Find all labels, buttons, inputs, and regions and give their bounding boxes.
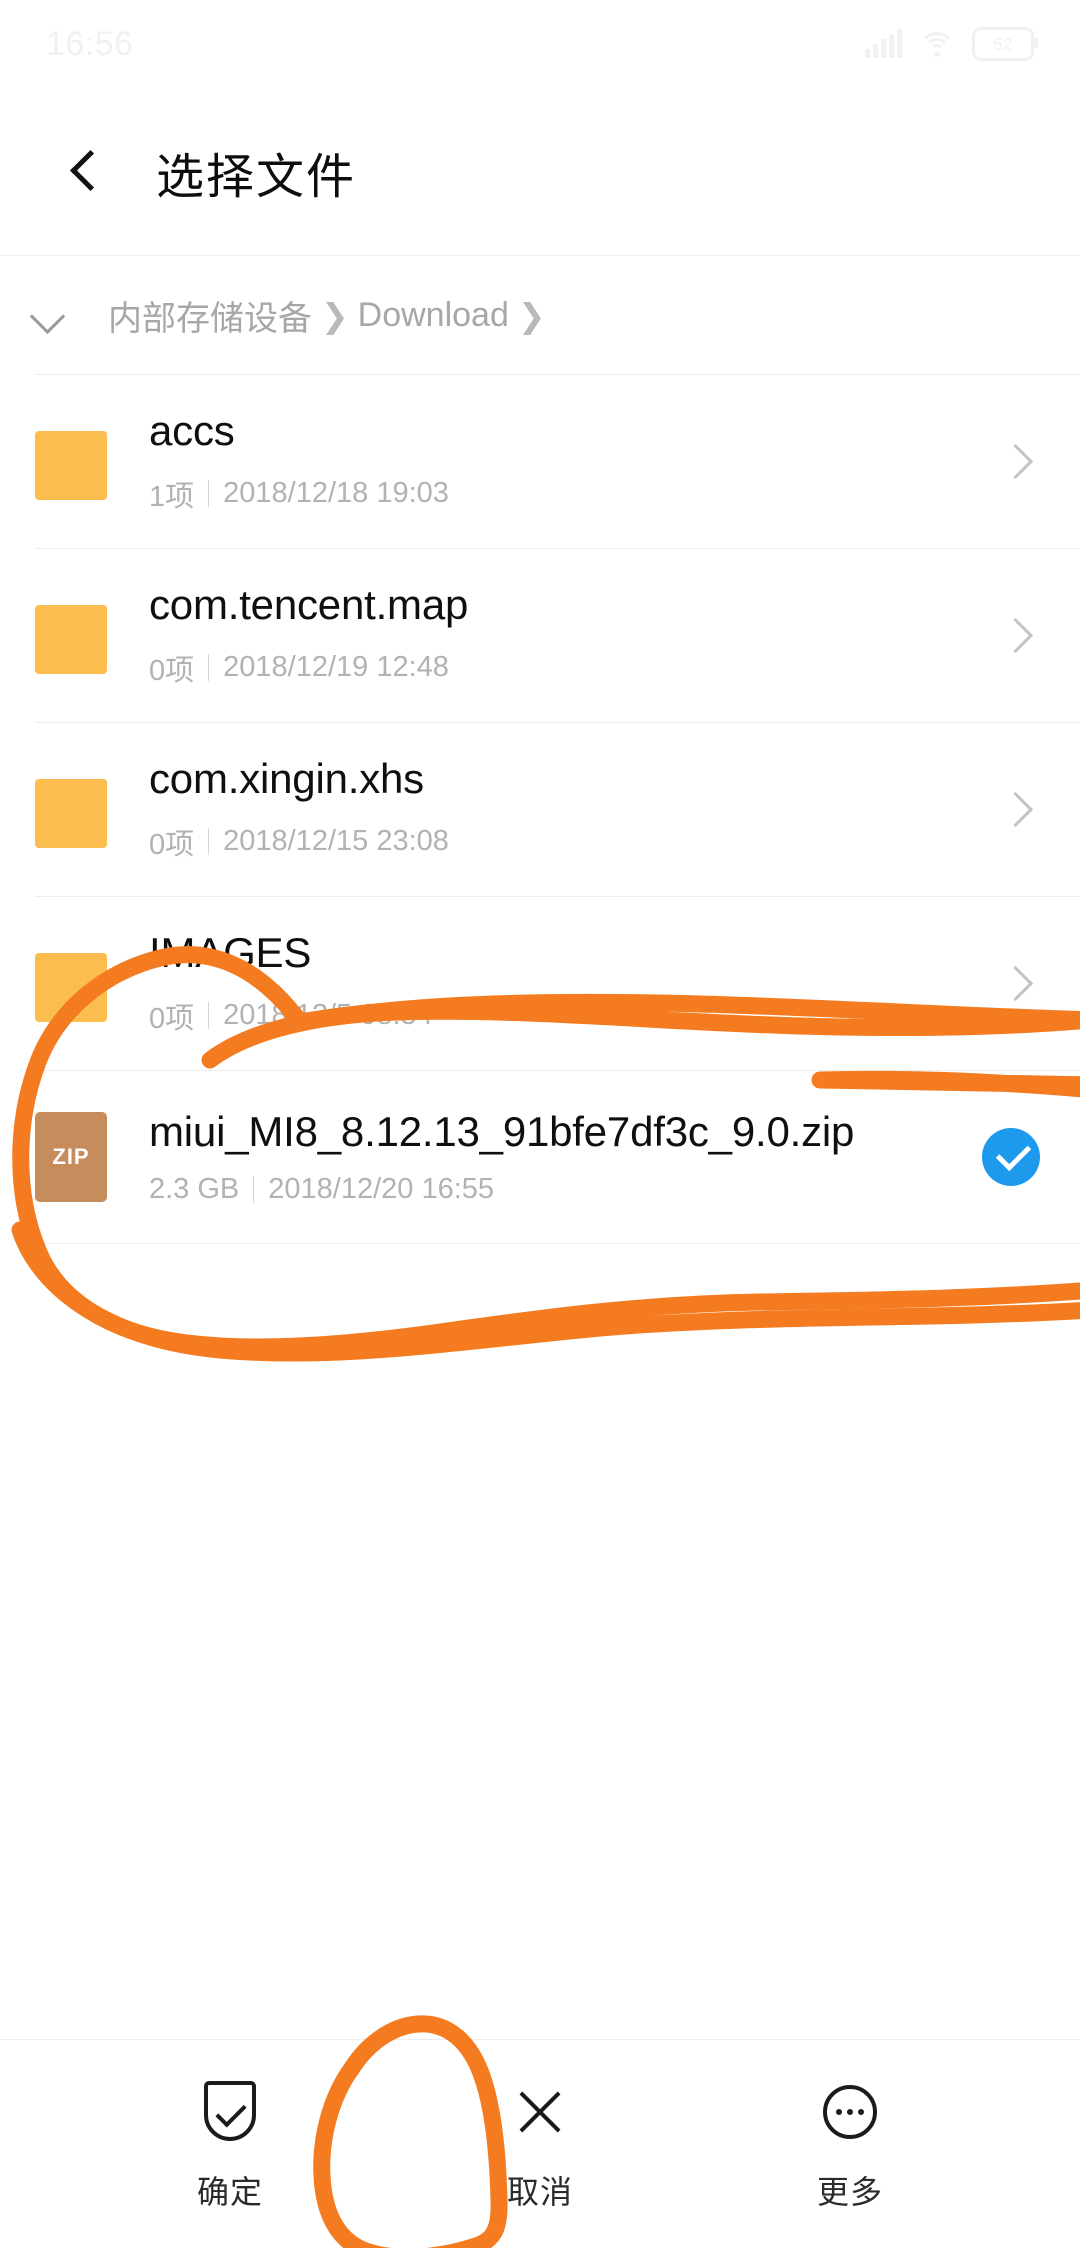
list-item[interactable]: IMAGES 0项 2018/12/5 08:54 <box>0 896 1080 1070</box>
file-count: 0项 <box>149 654 195 687</box>
list-item-meta: com.xingin.xhs 0项 2018/12/15 23:08 <box>149 755 994 862</box>
breadcrumb-item-download[interactable]: Download <box>358 296 509 335</box>
file-date: 2018/12/15 23:08 <box>223 825 449 858</box>
folder-icon <box>35 944 107 1022</box>
file-name: accs <box>149 407 235 455</box>
list-item-zip[interactable]: ZIP miui_MI8_8.12.13_91bfe7df3c_9.0.zip … <box>0 1070 1080 1244</box>
zip-file-icon: ZIP <box>35 1112 107 1202</box>
list-item-meta: com.tencent.map 0项 2018/12/19 12:48 <box>149 581 994 688</box>
file-subtitle: 0项 2018/12/19 12:48 <box>149 647 994 689</box>
file-date: 2018/12/18 19:03 <box>223 477 449 510</box>
file-count: 0项 <box>149 1002 195 1035</box>
confirm-button[interactable]: 确定 <box>135 2079 325 2213</box>
more-dots-icon <box>823 2079 877 2145</box>
folder-icon <box>35 770 107 848</box>
page-title: 选择文件 <box>156 151 357 204</box>
chevron-down-icon[interactable] <box>22 290 72 340</box>
file-subtitle: 0项 2018/12/5 08:54 <box>149 995 994 1037</box>
file-name: com.xingin.xhs <box>149 755 424 803</box>
title-bar: 选择文件 <box>0 88 1080 256</box>
file-subtitle: 0项 2018/12/15 23:08 <box>149 821 994 863</box>
status-time: 16:56 <box>46 24 134 63</box>
chevron-left-icon[interactable] <box>62 149 108 195</box>
list-item-meta: miui_MI8_8.12.13_91bfe7df3c_9.0.zip 2.3 … <box>149 1108 982 1206</box>
list-item[interactable]: com.tencent.map 0项 2018/12/19 12:48 <box>0 548 1080 722</box>
zip-icon-label: ZIP <box>52 1144 90 1169</box>
file-date: 2018/12/20 16:55 <box>268 1173 495 1206</box>
cancel-button-label: 取消 <box>506 2174 573 2210</box>
check-circle-icon[interactable] <box>982 1128 1040 1186</box>
annotation-ellipse-zip-row-bottom <box>11 1221 1080 1362</box>
shield-check-icon <box>204 2079 256 2145</box>
battery-icon: 52 <box>972 27 1038 61</box>
breadcrumb-separator: ❯ <box>321 296 349 334</box>
list-item-meta: IMAGES 0项 2018/12/5 08:54 <box>149 929 994 1036</box>
file-subtitle: 1项 2018/12/18 19:03 <box>149 473 994 515</box>
file-name: com.tencent.map <box>149 581 469 629</box>
file-name: miui_MI8_8.12.13_91bfe7df3c_9.0.zip <box>149 1107 855 1155</box>
breadcrumb-item-storage[interactable]: 内部存储设备 <box>108 291 312 340</box>
more-button[interactable]: 更多 <box>755 2079 945 2213</box>
battery-level: 52 <box>993 34 1013 54</box>
list-item[interactable]: com.xingin.xhs 0项 2018/12/15 23:08 <box>0 722 1080 896</box>
chevron-right-icon[interactable] <box>994 960 1040 1006</box>
chevron-right-icon[interactable] <box>994 438 1040 484</box>
close-x-icon <box>513 2079 567 2145</box>
signal-icon <box>865 29 902 58</box>
folder-icon <box>35 422 107 500</box>
status-icons: 52 <box>865 27 1038 61</box>
cancel-button[interactable]: 取消 <box>445 2079 635 2213</box>
breadcrumb-separator-trailing: ❯ <box>517 296 546 334</box>
wifi-icon <box>919 30 955 58</box>
file-date: 2018/12/5 08:54 <box>223 999 433 1032</box>
list-item-meta: accs 1项 2018/12/18 19:03 <box>149 407 994 514</box>
folder-icon <box>35 596 107 674</box>
bottom-action-bar: 确定 取消 更多 <box>0 2039 1080 2248</box>
file-count: 1项 <box>149 480 195 513</box>
file-size: 2.3 GB <box>149 1173 240 1206</box>
status-bar: 16:56 52 <box>0 0 1080 88</box>
file-name: IMAGES <box>149 929 312 977</box>
breadcrumb-path: 内部存储设备 ❯ Download ❯ <box>108 291 555 340</box>
chevron-right-icon[interactable] <box>994 612 1040 658</box>
confirm-button-label: 确定 <box>196 2174 263 2210</box>
file-subtitle: 2.3 GB 2018/12/20 16:55 <box>149 1173 982 1206</box>
breadcrumb[interactable]: 内部存储设备 ❯ Download ❯ <box>0 256 1080 374</box>
chevron-right-icon[interactable] <box>994 786 1040 832</box>
list-item[interactable]: accs 1项 2018/12/18 19:03 <box>0 374 1080 548</box>
file-count: 0项 <box>149 828 195 861</box>
file-picker-screen: 16:56 52 选择文件 内部存储设备 ❯ Download ❯ accs 1… <box>0 0 1080 2248</box>
file-date: 2018/12/19 12:48 <box>223 651 449 684</box>
more-button-label: 更多 <box>816 2174 883 2210</box>
file-list: accs 1项 2018/12/18 19:03 com.tencent.map… <box>0 374 1080 1244</box>
